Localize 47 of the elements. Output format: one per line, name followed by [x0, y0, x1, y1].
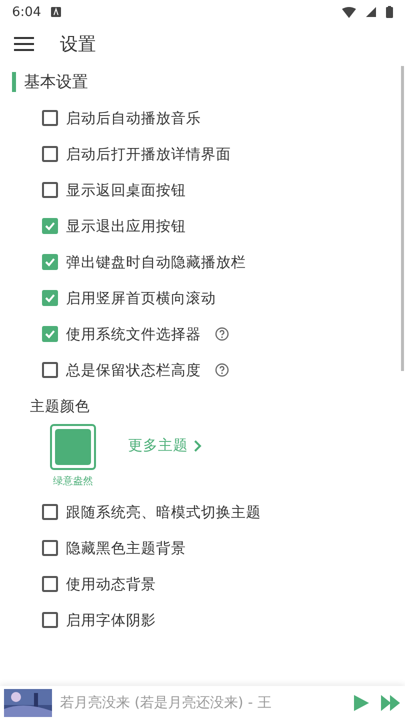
signal-icon: [366, 7, 376, 17]
help-icon[interactable]: [215, 327, 229, 341]
checkmark-icon: [44, 256, 56, 268]
battery-icon: [386, 6, 393, 18]
section-title: 基本设置: [24, 72, 88, 92]
checkbox[interactable]: [42, 146, 58, 162]
page-title: 设置: [60, 33, 96, 56]
checkbox[interactable]: [42, 182, 58, 198]
chevron-icon: [194, 440, 202, 452]
checkbox[interactable]: [42, 540, 58, 556]
theme-title: 主题颜色: [29, 398, 91, 416]
next-icon[interactable]: [379, 693, 401, 713]
option-label: 启动后自动播放音乐: [66, 110, 201, 128]
checkbox[interactable]: [42, 326, 58, 342]
checkmark-icon: [44, 328, 56, 340]
notification-icon: [51, 7, 62, 17]
option-label: 显示退出应用按钮: [66, 218, 186, 236]
checkbox[interactable]: [42, 576, 58, 592]
option-label: 使用系统文件选择器: [66, 326, 201, 344]
play-icon[interactable]: [351, 693, 371, 713]
checkmark-icon: [44, 292, 56, 304]
checkbox[interactable]: [42, 362, 58, 378]
option-label: 弹出键盘时自动隐藏播放栏: [66, 254, 246, 272]
checkbox[interactable]: [42, 504, 58, 520]
theme-name: 绿意盎然: [53, 474, 93, 488]
checkbox[interactable]: [42, 290, 58, 306]
option-label: 显示返回桌面按钮: [66, 182, 186, 200]
checkbox[interactable]: [42, 254, 58, 270]
song-title: 若月亮没来 (若是月亮还没来) - 王: [60, 694, 272, 712]
option-label: 启用字体阴影: [66, 612, 156, 630]
section-marker: [12, 72, 16, 92]
help-icon[interactable]: [215, 363, 229, 377]
option-label: 使用动态背景: [66, 576, 156, 594]
checkmark-icon: [44, 220, 56, 232]
checkbox[interactable]: [42, 612, 58, 628]
checkbox[interactable]: [42, 110, 58, 126]
option-label: 跟随系统亮、暗模式切换主题: [66, 504, 261, 522]
wifi-icon: [342, 6, 356, 18]
checkbox[interactable]: [42, 218, 58, 234]
option-label: 隐藏黑色主题背景: [66, 540, 186, 558]
theme-swatch[interactable]: [50, 424, 96, 470]
option-label: 总是保留状态栏高度: [66, 362, 201, 380]
option-label: 启用竖屏首页横向滚动: [66, 290, 216, 308]
menu-icon[interactable]: [14, 36, 34, 52]
status-time: 6:04: [12, 4, 42, 20]
more-themes-link[interactable]: 更多主题: [128, 436, 202, 455]
option-label: 启动后打开播放详情界面: [66, 146, 231, 164]
